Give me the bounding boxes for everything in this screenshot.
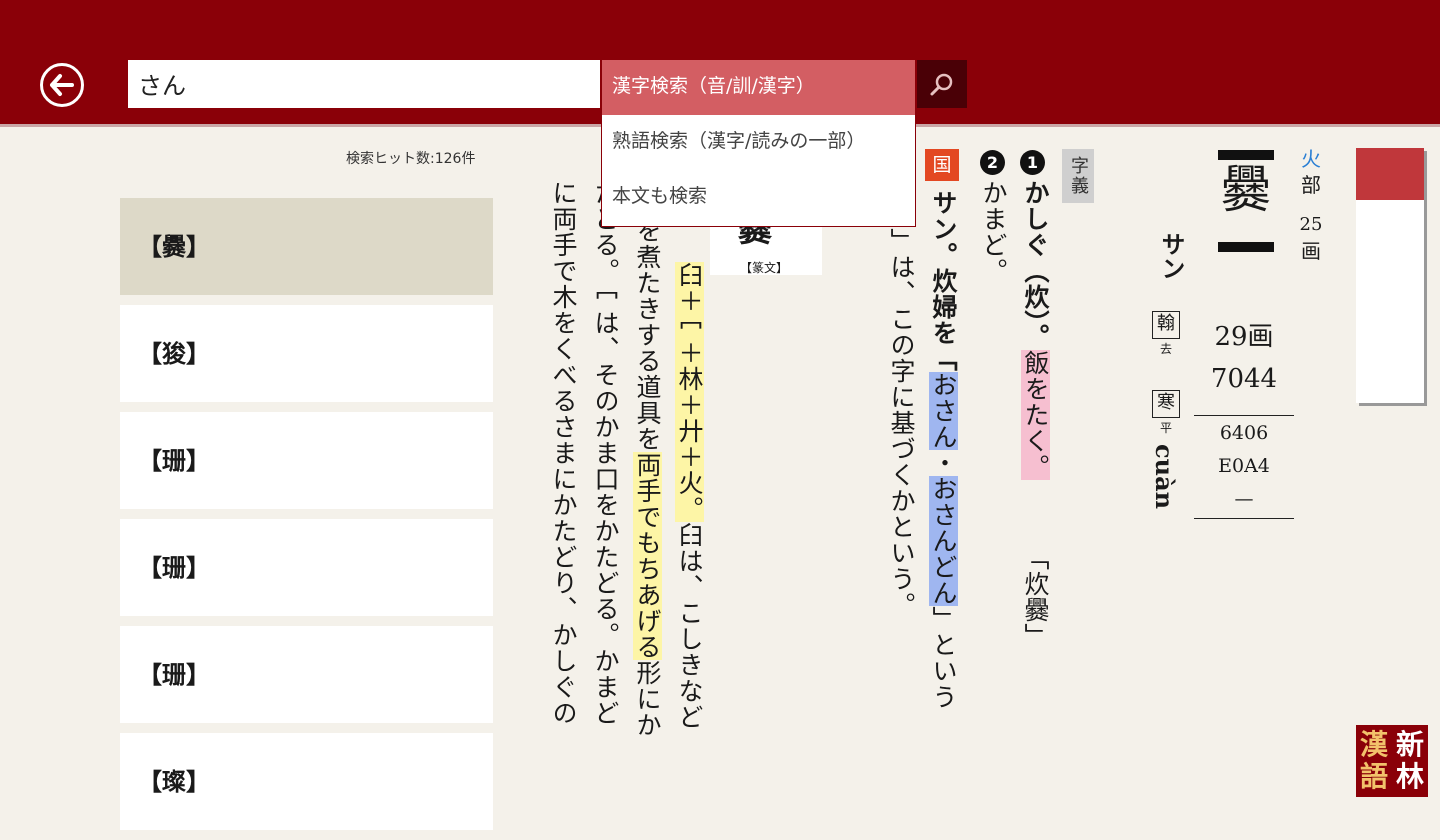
entry-scrollbar[interactable] xyxy=(1356,148,1424,403)
code-divider-top xyxy=(1194,415,1294,416)
etymology-line-4: に両手で木をくべるさまにかたどり、かしぐの xyxy=(549,180,578,726)
search-mode-jukugo[interactable]: 熟語検索（漢字/読みの一部） xyxy=(602,115,915,170)
meaning-highlight: 飯をたく。 xyxy=(1021,349,1050,480)
jigi-label: 字義 xyxy=(1062,149,1094,203)
search-input[interactable]: さん xyxy=(128,60,600,108)
result-item[interactable]: 【珊】 xyxy=(120,412,493,509)
etymology-line-1: 𦥑＋冖＋林＋廾＋火。𦥑は、こしきなど xyxy=(675,262,704,730)
radical-char: 火 xyxy=(1301,147,1321,171)
on-reading: サン xyxy=(1157,232,1186,280)
radical-info: 火 部 25 画 xyxy=(1298,146,1324,264)
search-button[interactable] xyxy=(917,60,967,108)
search-icon xyxy=(930,73,953,96)
result-item[interactable]: 【璨】 xyxy=(120,733,493,830)
head-bracket-bottom xyxy=(1218,242,1274,252)
rhyme-tone-2: 平 xyxy=(1160,421,1173,435)
rhyme-box-2: 寒 xyxy=(1152,390,1180,418)
kuni-highlight: おさん xyxy=(929,372,958,450)
meaning-1-example: 「炊爨」 xyxy=(1021,545,1050,649)
radical-label: 部 xyxy=(1301,173,1321,197)
meaning-number-1: 1 xyxy=(1020,150,1045,175)
meaning-2: かまど。 xyxy=(979,180,1008,284)
code-other: — xyxy=(1234,488,1254,510)
radical-stroke-unit: 画 xyxy=(1301,239,1321,263)
tensho-label: 【篆文】 xyxy=(740,261,789,275)
result-item[interactable]: 【珊】 xyxy=(120,519,493,616)
result-item[interactable]: 【狻】 xyxy=(120,305,493,402)
code-jis: 6406 xyxy=(1219,422,1269,444)
kokuji-badge: 国 xyxy=(925,149,959,181)
rhyme-box-1: 翰 xyxy=(1152,311,1180,339)
result-item[interactable]: 【珊】 xyxy=(120,626,493,723)
radical-stroke-count: 25 xyxy=(1299,214,1323,235)
meaning-1: かしぐ（炊）。飯をたく。 xyxy=(1021,180,1050,480)
kuni-text-line-2: 」は、この字に基づくかという。 xyxy=(887,228,916,618)
back-arrow-icon xyxy=(50,74,74,96)
meaning-number-2: 2 xyxy=(980,150,1005,175)
code-sjis: E0A4 xyxy=(1218,455,1270,477)
stroke-count: 29画 xyxy=(1214,322,1274,352)
result-item[interactable]: 【爨】 xyxy=(120,198,493,295)
etymology-highlight: 両手でもちあげる xyxy=(633,452,662,660)
search-mode-fulltext[interactable]: 本文も検索 xyxy=(602,170,915,225)
search-mode-dropdown[interactable]: 漢字検索（音/訓/漢字） 熟語検索（漢字/読みの一部） 本文も検索 xyxy=(601,59,916,227)
kuni-highlight: おさんどん xyxy=(929,476,958,606)
etymology-line-3: たどる。冖は、そのかま口をかたどる。かまど xyxy=(591,180,620,726)
code-main: 7044 xyxy=(1210,364,1278,394)
etymology-line-2: を煮たきする道具を両手でもちあげる形にか xyxy=(633,218,662,738)
scrollbar-thumb[interactable] xyxy=(1356,148,1424,200)
rhyme-tone-1: 去 xyxy=(1160,342,1173,356)
result-list: 【爨】 【狻】 【珊】 【珊】 【珊】 【璨】 xyxy=(120,198,493,840)
etymology-highlight: 𦥑＋冖＋林＋廾＋火。 xyxy=(675,262,704,522)
kuni-text-line-1: サン。炊婦を「おさん・おさんどん」という xyxy=(929,190,958,710)
hit-count: 検索ヒット数:126件 xyxy=(346,151,476,167)
search-mode-kanji[interactable]: 漢字検索（音/訓/漢字） xyxy=(602,60,915,115)
code-divider-bottom xyxy=(1194,518,1294,519)
pinyin: cuàn xyxy=(1150,444,1179,510)
back-button[interactable] xyxy=(40,63,84,107)
head-kanji: 爨 xyxy=(1221,161,1271,219)
app-logo: 漢 新 語 林 xyxy=(1356,725,1428,797)
head-bracket-top xyxy=(1218,150,1274,160)
